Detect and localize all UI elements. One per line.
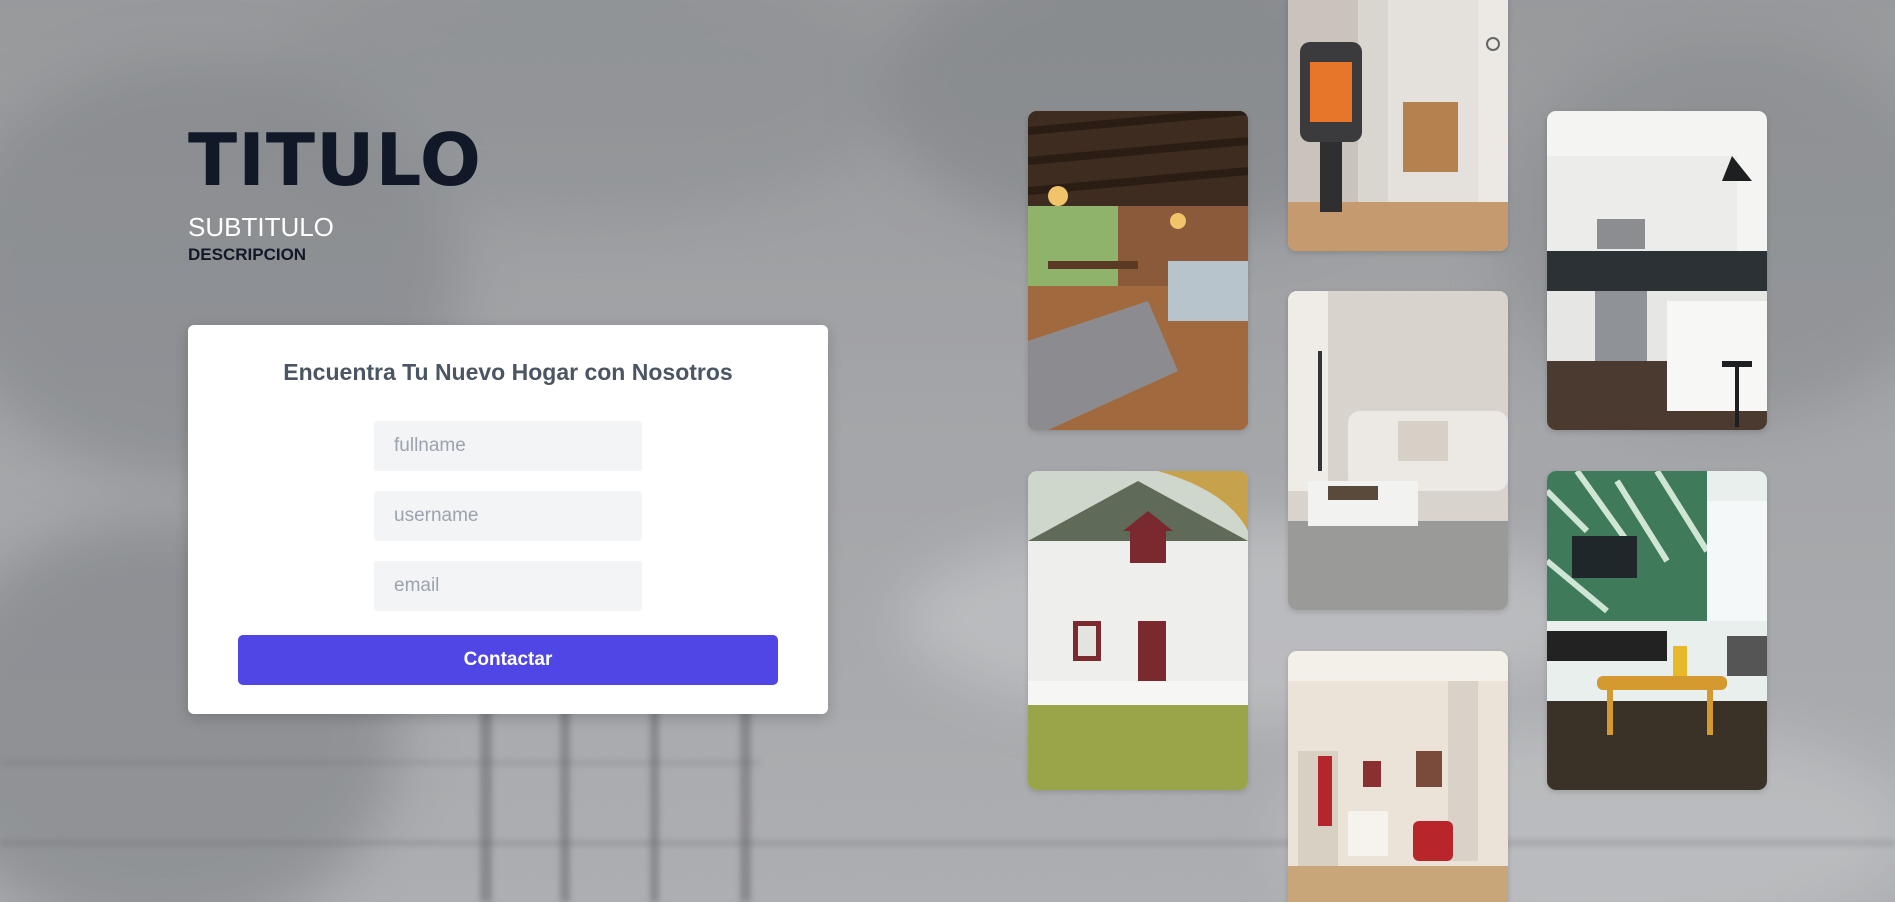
page-subtitle: SUBTITULO <box>188 212 334 242</box>
page-title: TITULO <box>188 118 482 202</box>
fireplace-stove-photo <box>1288 0 1508 251</box>
kitchen-photo <box>1547 111 1767 430</box>
contact-button[interactable]: Contactar <box>238 635 778 685</box>
username-input[interactable] <box>374 491 642 541</box>
bright-living-room-photo <box>1288 651 1508 902</box>
living-room-sofa-photo <box>1288 291 1508 610</box>
hero-section: TITULO SUBTITULO DESCRIPCION <box>188 118 482 266</box>
page-description: DESCRIPCION <box>188 245 307 264</box>
contact-form-card: Encuentra Tu Nuevo Hogar con Nosotros Co… <box>188 325 828 714</box>
office-interior-photo <box>1028 111 1248 430</box>
email-input[interactable] <box>374 561 642 611</box>
form-heading: Encuentra Tu Nuevo Hogar con Nosotros <box>283 359 733 385</box>
tropical-wallpaper-living-room-photo <box>1547 471 1767 790</box>
fullname-input[interactable] <box>374 421 642 471</box>
white-house-exterior-photo <box>1028 471 1248 790</box>
